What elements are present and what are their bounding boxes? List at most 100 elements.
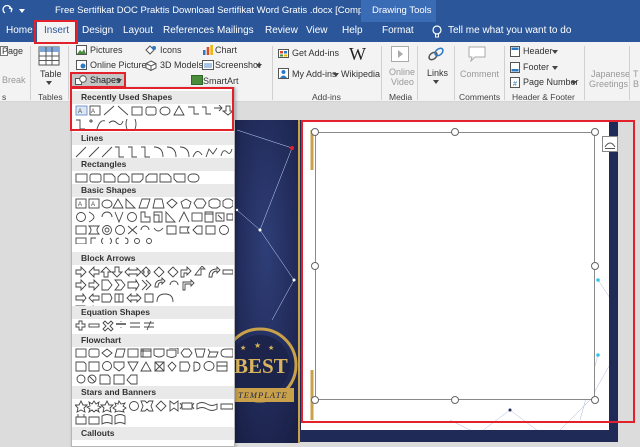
header-icon[interactable] xyxy=(510,46,520,57)
japanese-greetings-label-1[interactable]: Japanese xyxy=(591,69,630,79)
comment-button[interactable]: Comment xyxy=(460,69,499,79)
separator xyxy=(504,46,505,100)
rectangles-grid[interactable] xyxy=(75,172,233,184)
online-video-label-2[interactable]: Video xyxy=(391,77,414,87)
pages-group-label: s xyxy=(2,92,7,102)
tab-home[interactable]: Home xyxy=(6,25,33,36)
redo-icon[interactable] xyxy=(2,5,14,17)
tab-format[interactable]: Format xyxy=(382,25,414,36)
online-pictures-icon[interactable] xyxy=(76,60,87,70)
comments-group-label: Comments xyxy=(459,92,501,102)
highlight-insert-tab xyxy=(34,20,78,44)
wikipedia-button[interactable]: Wikipedia xyxy=(341,69,380,79)
my-addins-button[interactable]: My Add-ins xyxy=(292,69,337,79)
equation-shapes-grid[interactable] xyxy=(75,320,233,332)
highlight-recently-used xyxy=(70,87,234,131)
section-lines: Lines xyxy=(72,132,234,145)
get-addins-button[interactable]: Get Add-ins xyxy=(292,48,339,58)
header-button[interactable]: Header xyxy=(523,46,553,56)
basic-shapes-grid[interactable]: A A xyxy=(75,198,233,244)
links-dropdown-icon[interactable] xyxy=(433,80,439,84)
online-video-icon[interactable] xyxy=(391,46,409,62)
tab-references[interactable]: References xyxy=(163,25,214,36)
tell-me-search[interactable]: Tell me what you want to do xyxy=(448,25,571,36)
tab-view[interactable]: View xyxy=(306,25,328,36)
store-icon[interactable] xyxy=(278,47,289,58)
separator xyxy=(68,46,69,100)
quick-access-dropdown-icon[interactable] xyxy=(18,8,26,14)
flowchart-grid[interactable] xyxy=(75,348,233,388)
comment-icon[interactable] xyxy=(468,46,486,62)
section-callouts: Callouts xyxy=(72,427,234,440)
separator xyxy=(454,46,455,100)
lines-grid[interactable] xyxy=(75,146,233,158)
pictures-icon[interactable] xyxy=(76,45,87,55)
chart-icon[interactable] xyxy=(202,45,214,55)
tab-mailings[interactable]: Mailings xyxy=(217,25,254,36)
footer-icon[interactable] xyxy=(510,62,520,73)
section-basic-shapes: Basic Shapes xyxy=(72,184,234,197)
link-icon[interactable] xyxy=(427,46,445,62)
separator xyxy=(272,46,273,100)
addins-group-label: Add-ins xyxy=(312,92,341,102)
table-button[interactable]: Table xyxy=(40,69,62,79)
drawing-tools-label: Drawing Tools xyxy=(372,5,432,16)
screenshot-dropdown-icon[interactable] xyxy=(256,64,262,68)
japanese-greetings-label-2[interactable]: Greetings xyxy=(589,79,628,89)
smartart-icon[interactable] xyxy=(191,75,203,85)
text-group-label-2[interactable]: B xyxy=(633,79,639,89)
online-pictures-button[interactable]: Online Pictures xyxy=(90,60,151,70)
header-footer-group-label: Header & Footer xyxy=(512,92,575,102)
links-button[interactable]: Links xyxy=(427,68,448,78)
table-icon[interactable] xyxy=(38,46,60,66)
tab-layout[interactable]: Layout xyxy=(123,25,153,36)
footer-button[interactable]: Footer xyxy=(523,62,549,72)
page-number-dropdown-icon[interactable] xyxy=(571,81,577,85)
online-video-label-1[interactable]: Online xyxy=(389,67,415,77)
my-addins-dropdown-icon[interactable] xyxy=(333,73,339,77)
tab-design[interactable]: Design xyxy=(82,25,113,36)
section-block-arrows: Block Arrows xyxy=(72,252,234,265)
ribbon-tabs: Home Insert Design Layout References Mai… xyxy=(0,22,640,42)
tab-help[interactable]: Help xyxy=(342,25,363,36)
3d-models-icon[interactable] xyxy=(145,60,157,71)
page-break-label[interactable]: Break xyxy=(2,75,26,85)
highlight-shapes-button xyxy=(70,72,126,88)
page-number-icon[interactable]: # xyxy=(510,77,520,88)
media-group-label: Media xyxy=(389,92,413,102)
shapes-gallery: Recently Used Shapes A A Lines Rectangle… xyxy=(71,87,235,447)
svg-text:#: # xyxy=(513,81,517,88)
separator xyxy=(30,46,31,100)
text-group-label-1[interactable]: T xyxy=(633,69,639,79)
lightbulb-icon xyxy=(432,25,442,38)
table-dropdown-icon[interactable] xyxy=(46,81,52,85)
smartart-button[interactable]: SmartArt xyxy=(203,76,239,86)
pictures-button[interactable]: Pictures xyxy=(90,45,123,55)
badge-stars: ★ ★ ★ xyxy=(240,342,274,352)
wikipedia-icon[interactable]: W xyxy=(349,44,366,65)
page-break-label-top[interactable]: Page xyxy=(2,46,23,56)
svg-text:★: ★ xyxy=(254,342,261,350)
separator xyxy=(584,46,585,100)
screenshot-button[interactable]: Screenshot xyxy=(215,60,261,70)
screenshot-icon[interactable] xyxy=(202,60,214,70)
icons-icon[interactable] xyxy=(145,45,157,55)
section-stars-banners: Stars and Banners xyxy=(72,386,234,399)
section-rectangles: Rectangles xyxy=(72,158,234,171)
badge-ribbon-text: TEMPLATE xyxy=(238,390,288,400)
my-addins-icon[interactable] xyxy=(278,68,289,79)
section-flowchart: Flowchart xyxy=(72,334,234,347)
svg-text:A: A xyxy=(78,202,82,208)
header-dropdown-icon[interactable] xyxy=(552,50,558,54)
stars-banners-grid[interactable] xyxy=(75,400,233,428)
svg-text:A: A xyxy=(91,202,95,208)
tab-review[interactable]: Review xyxy=(265,25,298,36)
chart-button[interactable]: Chart xyxy=(215,45,237,55)
title-bar: Free Sertifikat DOC Praktis Download Ser… xyxy=(0,0,640,22)
footer-dropdown-icon[interactable] xyxy=(552,66,558,70)
3d-models-button[interactable]: 3D Models xyxy=(160,60,203,70)
icons-button[interactable]: Icons xyxy=(160,45,182,55)
tables-group-label: Tables xyxy=(38,92,63,102)
highlight-textbox xyxy=(301,120,635,423)
separator xyxy=(381,46,382,100)
